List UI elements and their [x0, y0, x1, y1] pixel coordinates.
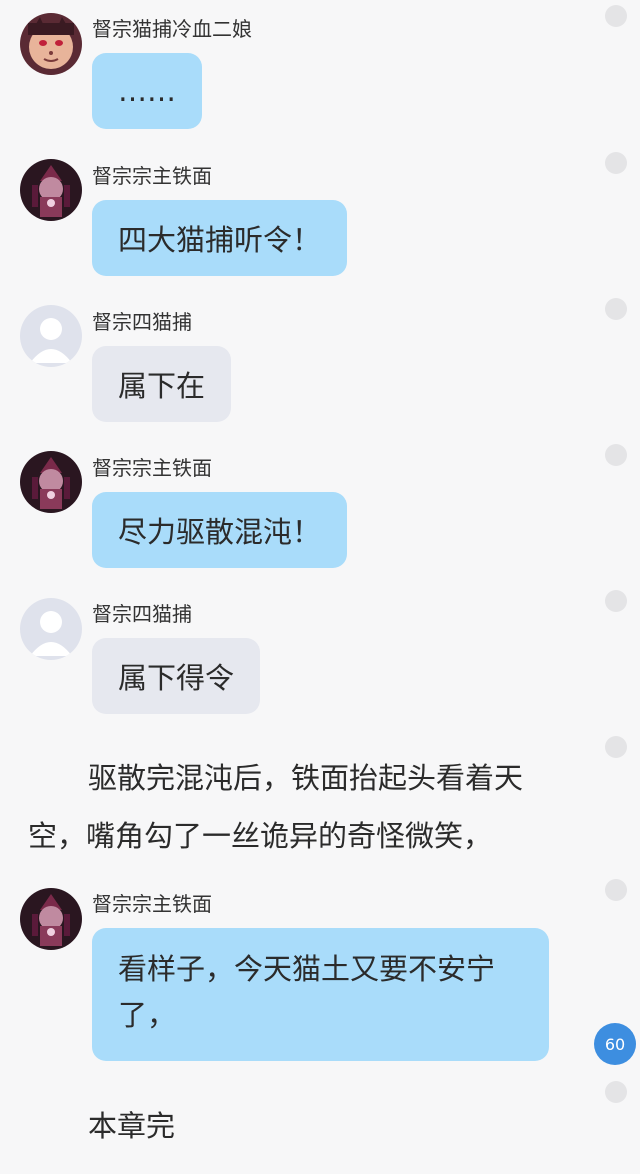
sender-name: 督宗四猫捕 — [92, 602, 192, 626]
circle-icon[interactable] — [605, 298, 627, 320]
circle-icon[interactable] — [605, 1081, 627, 1103]
circle-icon[interactable] — [605, 5, 627, 27]
message-bubble[interactable]: 属下得令 — [92, 638, 261, 714]
avatar-default-icon[interactable] — [20, 598, 82, 660]
avatar-tiemian-icon[interactable] — [20, 888, 82, 950]
count-badge[interactable]: 60 — [594, 1023, 636, 1065]
chapter-end-text: 本章完 — [88, 1109, 176, 1143]
circle-icon[interactable] — [605, 444, 627, 466]
message-bubble[interactable]: 四大猫捕听令！ — [92, 200, 348, 276]
narration-text: 空，嘴角勾了一丝诡异的奇怪微笑， — [28, 819, 493, 853]
sender-name: 督宗宗主铁面 — [92, 456, 212, 480]
avatar-default-icon[interactable] — [20, 305, 82, 367]
narration-text: 驱散完混沌后，铁面抬起头看着天 — [88, 761, 524, 795]
avatar-erniang-icon[interactable] — [20, 13, 82, 75]
circle-icon[interactable] — [605, 152, 627, 174]
sender-name: 督宗猫捕冷血二娘 — [92, 17, 252, 41]
circle-icon[interactable] — [605, 879, 627, 901]
message-bubble[interactable]: …… — [92, 53, 202, 129]
message-line: 了， — [118, 998, 177, 1032]
circle-icon[interactable] — [605, 590, 627, 612]
chat-page: 督宗猫捕冷血二娘 …… 督宗宗主铁面 四大猫捕听令！ 督宗四猫捕 属下在 督宗宗… — [0, 0, 640, 1174]
message-bubble[interactable]: 属下在 — [92, 346, 232, 422]
avatar-tiemian-icon[interactable] — [20, 159, 82, 221]
avatar-tiemian-icon[interactable] — [20, 451, 82, 513]
sender-name: 督宗四猫捕 — [92, 310, 192, 334]
message-line: 看样子，今天猫土又要不安宁 — [118, 952, 496, 986]
circle-icon[interactable] — [605, 736, 627, 758]
sender-name: 督宗宗主铁面 — [92, 164, 212, 188]
sender-name: 督宗宗主铁面 — [92, 892, 212, 916]
message-bubble[interactable]: 看样子，今天猫土又要不安宁 了， — [92, 928, 549, 1061]
message-bubble[interactable]: 尽力驱散混沌！ — [92, 492, 348, 568]
